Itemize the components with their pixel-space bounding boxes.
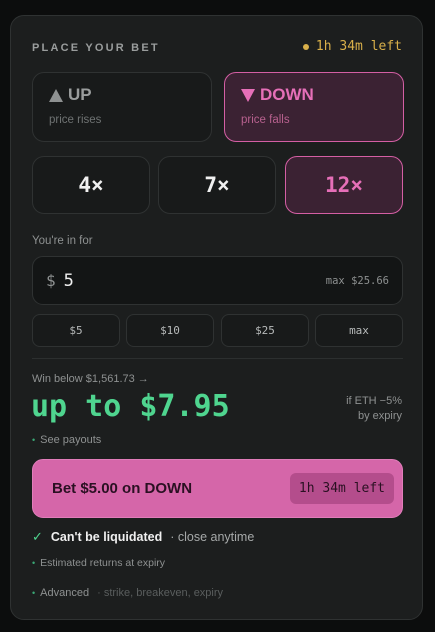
place-bet-label: Bet $5.00 on DOWN bbox=[52, 480, 193, 497]
triangle-down-icon bbox=[241, 88, 255, 102]
amount-input[interactable] bbox=[63, 270, 326, 291]
bet-panel: PLACE YOUR BET 1h 34m left UP price rise… bbox=[10, 15, 423, 620]
direction-up-sub: price rises bbox=[49, 114, 102, 126]
place-bet-timer: 1h 34m left bbox=[289, 473, 394, 504]
bullet-icon: • bbox=[32, 558, 36, 568]
panel-title: PLACE YOUR BET bbox=[32, 42, 160, 54]
liquidation-note: ✓ Can't be liquidated · close anytime bbox=[32, 529, 254, 545]
direction-down-label: DOWN bbox=[260, 85, 314, 104]
payout-condition-line1: if ETH −5% bbox=[346, 395, 402, 407]
currency-symbol: $ bbox=[46, 271, 56, 290]
advanced-label: Advanced bbox=[40, 587, 90, 599]
preset-max-button[interactable]: max bbox=[315, 314, 403, 347]
divider bbox=[32, 358, 403, 359]
liquidation-weak: · close anytime bbox=[170, 530, 255, 544]
estimated-returns-note: • Estimated returns at expiry bbox=[32, 557, 165, 569]
direction-down-sub: price falls bbox=[241, 114, 290, 126]
advanced-sub: · strike, breakeven, expiry bbox=[97, 587, 224, 599]
check-icon: ✓ bbox=[32, 529, 43, 544]
place-bet-button[interactable]: Bet $5.00 on DOWN 1h 34m left bbox=[32, 459, 403, 518]
leverage-option-7x[interactable]: 7× bbox=[158, 156, 276, 214]
preset-5-button[interactable]: $5 bbox=[32, 314, 120, 347]
leverage-option-12x[interactable]: 12× bbox=[285, 156, 403, 214]
timer-dot-icon bbox=[302, 43, 309, 50]
direction-up-label: UP bbox=[68, 85, 92, 104]
see-payouts-link[interactable]: • See payouts bbox=[32, 434, 101, 446]
amount-field[interactable]: $ max $25.66 bbox=[32, 256, 403, 305]
preset-10-button[interactable]: $10 bbox=[126, 314, 214, 347]
see-payouts-label: See payouts bbox=[40, 434, 102, 446]
win-below-text: Win below $1,561.73 → bbox=[32, 373, 149, 385]
preset-25-button[interactable]: $25 bbox=[221, 314, 309, 347]
leverage-option-4x[interactable]: 4× bbox=[32, 156, 150, 214]
max-payout: up to $7.95 bbox=[31, 389, 230, 424]
bullet-icon: • bbox=[32, 588, 36, 598]
liquidation-strong: Can't be liquidated bbox=[50, 530, 163, 544]
max-amount-hint: max $25.66 bbox=[325, 274, 389, 287]
direction-up-option[interactable]: UP price rises bbox=[32, 72, 212, 142]
triangle-up-icon bbox=[49, 88, 63, 102]
advanced-toggle[interactable]: • Advanced · strike, breakeven, expiry bbox=[32, 587, 223, 599]
expiry-timer: 1h 34m left bbox=[302, 39, 402, 54]
bullet-icon: • bbox=[32, 435, 36, 445]
direction-down-option[interactable]: DOWN price falls bbox=[224, 72, 404, 142]
amount-label: You're in for bbox=[32, 235, 93, 247]
payout-condition-line2: by expiry bbox=[357, 410, 402, 422]
estimated-returns-label: Estimated returns at expiry bbox=[40, 557, 166, 569]
payout-condition: if ETH −5% by expiry bbox=[346, 394, 402, 424]
expiry-timer-text: 1h 34m left bbox=[315, 39, 402, 54]
